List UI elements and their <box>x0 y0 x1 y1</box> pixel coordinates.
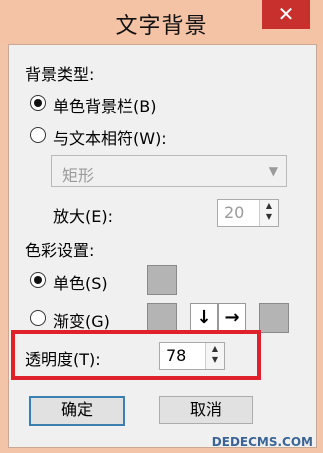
zoom-spin-buttons[interactable]: ▲ ▼ <box>259 200 278 226</box>
close-button[interactable]: ✕ <box>262 0 310 29</box>
label-fit-text[interactable]: 与文本相符(W): <box>53 125 167 149</box>
radio-single-background[interactable] <box>30 95 46 111</box>
title-bar: 文字背景 ✕ <box>0 0 323 44</box>
zoom-spinner[interactable]: 20 ▲ ▼ <box>217 199 279 227</box>
shape-select-value: 矩形 <box>62 166 95 185</box>
arrow-down-icon[interactable]: ↓ <box>190 303 218 333</box>
zoom-value: 20 <box>224 203 245 222</box>
shape-select[interactable]: 矩形 ▼ <box>51 155 287 187</box>
radio-solid-color[interactable] <box>30 272 46 288</box>
arrow-right-icon[interactable]: → <box>218 303 246 333</box>
radio-selected-dot <box>34 99 42 107</box>
label-solid-color[interactable]: 单色(S) <box>53 270 108 294</box>
radio-selected-dot <box>34 276 42 284</box>
zoom-label: 放大(E): <box>53 207 113 226</box>
dialog-window: 文字背景 ✕ 背景类型: 单色背景栏(B) 与文本相符(W): 矩形 ▼ 放大(… <box>0 0 323 453</box>
spin-down-icon[interactable]: ▼ <box>260 212 278 225</box>
cancel-button[interactable]: 取消 <box>159 396 253 424</box>
label-gradient[interactable]: 渐变(G) <box>53 308 110 332</box>
close-icon: ✕ <box>277 2 295 26</box>
gradient-end-swatch[interactable] <box>259 303 289 333</box>
highlight-box <box>11 330 261 380</box>
radio-gradient[interactable] <box>30 310 46 326</box>
background-type-heading: 背景类型: <box>25 65 95 84</box>
label-single-background[interactable]: 单色背景栏(B) <box>53 93 156 117</box>
dialog-body: 背景类型: 单色背景栏(B) 与文本相符(W): 矩形 ▼ 放大(E): 20 … <box>8 44 317 448</box>
ok-button[interactable]: 确定 <box>29 396 125 426</box>
gradient-start-swatch[interactable] <box>147 303 177 333</box>
solid-color-swatch[interactable] <box>147 265 177 295</box>
radio-fit-text[interactable] <box>30 127 46 143</box>
watermark: DEDECMS.COM <box>211 435 313 449</box>
color-settings-heading: 色彩设置: <box>25 241 95 260</box>
chevron-down-icon: ▼ <box>268 164 278 178</box>
